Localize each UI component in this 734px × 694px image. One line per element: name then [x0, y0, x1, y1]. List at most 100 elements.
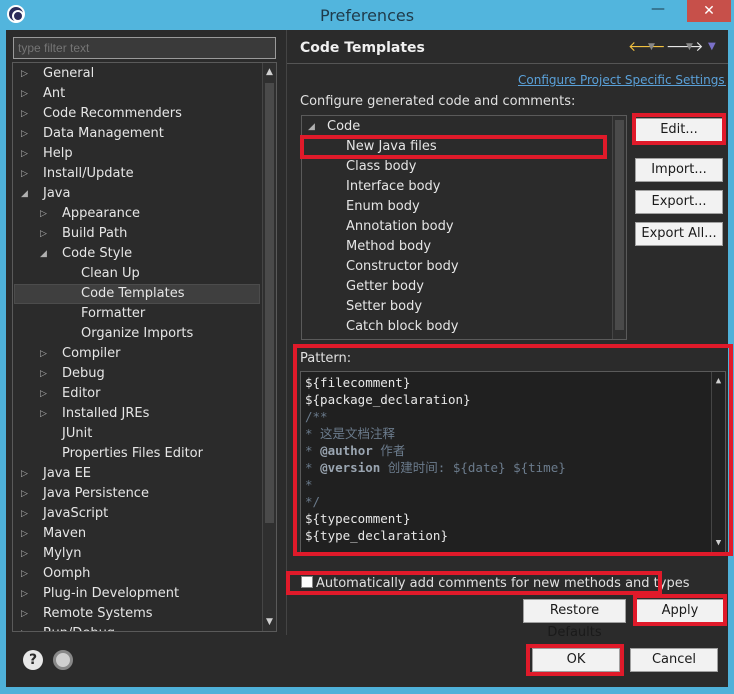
- tree-item[interactable]: General: [43, 64, 94, 84]
- template-item[interactable]: Annotation body: [346, 217, 454, 237]
- collapsed-arrow-icon[interactable]: ▷: [21, 604, 31, 624]
- expanded-arrow-icon[interactable]: ◢: [40, 244, 50, 264]
- tree-item[interactable]: Oomph: [43, 564, 90, 584]
- template-item[interactable]: Constructor body: [346, 257, 459, 277]
- template-item[interactable]: Enum body: [346, 197, 420, 217]
- collapsed-arrow-icon[interactable]: ▷: [40, 404, 50, 424]
- tree-item[interactable]: Code Templates: [81, 284, 185, 304]
- scroll-thumb[interactable]: [265, 83, 274, 523]
- collapsed-arrow-icon[interactable]: ▷: [40, 344, 50, 364]
- tree-item[interactable]: Code Recommenders: [43, 104, 182, 124]
- tree-item[interactable]: Build Path: [62, 224, 127, 244]
- preferences-icon[interactable]: [53, 650, 73, 670]
- collapsed-arrow-icon[interactable]: ▷: [21, 564, 31, 584]
- template-item[interactable]: Class body: [346, 157, 416, 177]
- panel-divider: [286, 30, 287, 635]
- export-all-button[interactable]: Export All...: [635, 222, 723, 246]
- tree-item[interactable]: Organize Imports: [81, 324, 193, 344]
- template-item[interactable]: Code: [327, 117, 360, 137]
- tree-item[interactable]: Help: [43, 144, 73, 164]
- expanded-arrow-icon[interactable]: ◢: [21, 184, 31, 204]
- tree-item[interactable]: JUnit: [62, 424, 92, 444]
- scroll-up-icon[interactable]: ▲: [263, 65, 276, 79]
- page-description: Configure generated code and comments:: [300, 94, 576, 109]
- restore-defaults-button[interactable]: Restore Defaults: [523, 599, 626, 640]
- tree-item[interactable]: Compiler: [62, 344, 121, 364]
- tree-item[interactable]: Plug-in Development: [43, 584, 179, 604]
- preferences-window: Preferences — ✕ ▲ ▼ ▷ General ▷ Ant ▷ Code Re…: [0, 0, 734, 694]
- template-item[interactable]: Getter body: [346, 277, 424, 297]
- close-button[interactable]: ✕: [687, 0, 731, 22]
- back-arrow-icon[interactable]: 🡐: [628, 38, 666, 56]
- tree-item[interactable]: Appearance: [62, 204, 140, 224]
- tree-item[interactable]: Remote Systems: [43, 604, 153, 624]
- tree-item[interactable]: Properties Files Editor: [62, 444, 203, 464]
- highlight-ok: [526, 644, 624, 676]
- collapsed-arrow-icon[interactable]: ▷: [21, 624, 31, 631]
- forward-arrow-icon[interactable]: 🡒: [666, 38, 704, 56]
- help-icon[interactable]: ?: [23, 650, 43, 670]
- tree-item[interactable]: Debug: [62, 364, 105, 384]
- template-item[interactable]: Setter body: [346, 297, 422, 317]
- collapsed-arrow-icon[interactable]: ▷: [21, 504, 31, 524]
- tree-scrollbar[interactable]: ▲ ▼: [262, 63, 276, 631]
- template-item[interactable]: Method body: [346, 237, 431, 257]
- header-separator: [287, 63, 728, 64]
- back-dropdown-icon[interactable]: ▼: [648, 42, 655, 60]
- collapsed-arrow-icon[interactable]: ▷: [21, 64, 31, 84]
- collapsed-arrow-icon[interactable]: ▷: [40, 384, 50, 404]
- collapsed-arrow-icon[interactable]: ▷: [40, 204, 50, 224]
- template-item[interactable]: Catch block body: [346, 317, 458, 337]
- collapsed-arrow-icon[interactable]: ▷: [21, 524, 31, 544]
- tree-item[interactable]: Installed JREs: [62, 404, 149, 424]
- tree-item[interactable]: Editor: [62, 384, 100, 404]
- highlight-pattern: [293, 344, 733, 556]
- highlight-apply: [633, 594, 727, 626]
- tree-item[interactable]: Java Persistence: [43, 484, 149, 504]
- dialog-client: ▲ ▼ ▷ General ▷ Ant ▷ Code Recommenders ▷ Data …: [6, 30, 733, 687]
- highlight-edit: [632, 113, 726, 145]
- tree-item[interactable]: Java EE: [43, 464, 91, 484]
- page-title: Code Templates: [300, 40, 425, 56]
- collapsed-arrow-icon[interactable]: ▷: [21, 144, 31, 164]
- filter-input[interactable]: [13, 37, 276, 59]
- minimize-button[interactable]: —: [640, 0, 676, 22]
- collapsed-arrow-icon[interactable]: ▷: [21, 484, 31, 504]
- collapsed-arrow-icon[interactable]: ▷: [21, 164, 31, 184]
- tree-item[interactable]: Code Style: [62, 244, 132, 264]
- collapsed-arrow-icon[interactable]: ▷: [40, 364, 50, 384]
- collapsed-arrow-icon[interactable]: ▷: [21, 124, 31, 144]
- tree-item[interactable]: Maven: [43, 524, 86, 544]
- highlight-new-java-files: [300, 135, 607, 159]
- title-bar: Preferences — ✕: [0, 0, 734, 30]
- tree-item[interactable]: Mylyn: [43, 544, 81, 564]
- template-item[interactable]: Interface body: [346, 177, 441, 197]
- tree-item[interactable]: Clean Up: [81, 264, 140, 284]
- tree-item[interactable]: JavaScript: [43, 504, 108, 524]
- collapsed-arrow-icon[interactable]: ▷: [21, 84, 31, 104]
- preferences-tree: ▲ ▼ ▷ General ▷ Ant ▷ Code Recommenders ▷ Data …: [12, 62, 277, 632]
- import-button[interactable]: Import...: [635, 158, 723, 182]
- project-settings-link[interactable]: Configure Project Specific Settings...: [518, 73, 726, 87]
- tree-item[interactable]: Run/Debug: [43, 624, 115, 631]
- collapsed-arrow-icon[interactable]: ▷: [40, 224, 50, 244]
- tree-item[interactable]: Install/Update: [43, 164, 134, 184]
- collapsed-arrow-icon[interactable]: ▷: [21, 544, 31, 564]
- tree-item[interactable]: Java: [43, 184, 70, 204]
- cancel-button[interactable]: Cancel: [630, 648, 718, 672]
- export-button[interactable]: Export...: [635, 190, 723, 214]
- tree-item[interactable]: Ant: [43, 84, 65, 104]
- window-title: Preferences: [319, 6, 415, 25]
- collapsed-arrow-icon[interactable]: ▷: [21, 104, 31, 124]
- highlight-checkbox: [286, 571, 662, 595]
- templates-scroll-thumb[interactable]: [615, 120, 624, 330]
- collapsed-arrow-icon[interactable]: ▷: [21, 464, 31, 484]
- tree-item[interactable]: Formatter: [81, 304, 145, 324]
- view-menu-icon[interactable]: ▼: [708, 41, 716, 59]
- tree-item[interactable]: Data Management: [43, 124, 164, 144]
- collapsed-arrow-icon[interactable]: ▷: [21, 584, 31, 604]
- forward-dropdown-icon[interactable]: ▼: [686, 42, 693, 60]
- scroll-down-icon[interactable]: ▼: [263, 615, 276, 629]
- expanded-arrow-icon[interactable]: ◢: [308, 117, 315, 137]
- templates-scrollbar[interactable]: [612, 116, 626, 339]
